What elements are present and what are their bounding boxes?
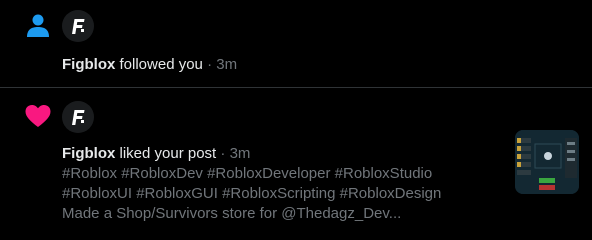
avatar[interactable] [62,101,94,133]
timestamp: 3m [216,56,238,73]
separator-dot: · [207,56,217,73]
actor-name[interactable]: Figblox [62,145,115,162]
post-preview-text[interactable]: #Roblox #RobloxDev #RobloxDeveloper #Rob… [62,164,492,224]
actor-name[interactable]: Figblox [62,56,115,73]
notification-headline: Figblox followed you · 3m [62,55,237,75]
avatar[interactable] [62,10,94,42]
notification-like[interactable]: Figblox liked your post · 3m #Roblox #Ro… [0,89,592,240]
notification-headline: Figblox liked your post · 3m [62,144,250,164]
notification-follow[interactable]: Figblox followed you · 3m [0,0,592,88]
post-text-line: Made a Shop/Survivors store for @Thedagz… [62,205,402,222]
timestamp: 3m [229,145,251,162]
post-hashtags-line: #RobloxUI #RobloxGUI #RobloxScripting #R… [62,185,442,202]
post-hashtags-line: #Roblox #RobloxDev #RobloxDeveloper #Rob… [62,165,433,182]
person-icon [24,12,52,40]
notification-action: followed you [119,56,203,73]
post-thumbnail[interactable] [515,130,579,194]
heart-icon [24,102,52,130]
notification-action: liked your post [119,145,217,162]
separator-dot: · [220,145,230,162]
